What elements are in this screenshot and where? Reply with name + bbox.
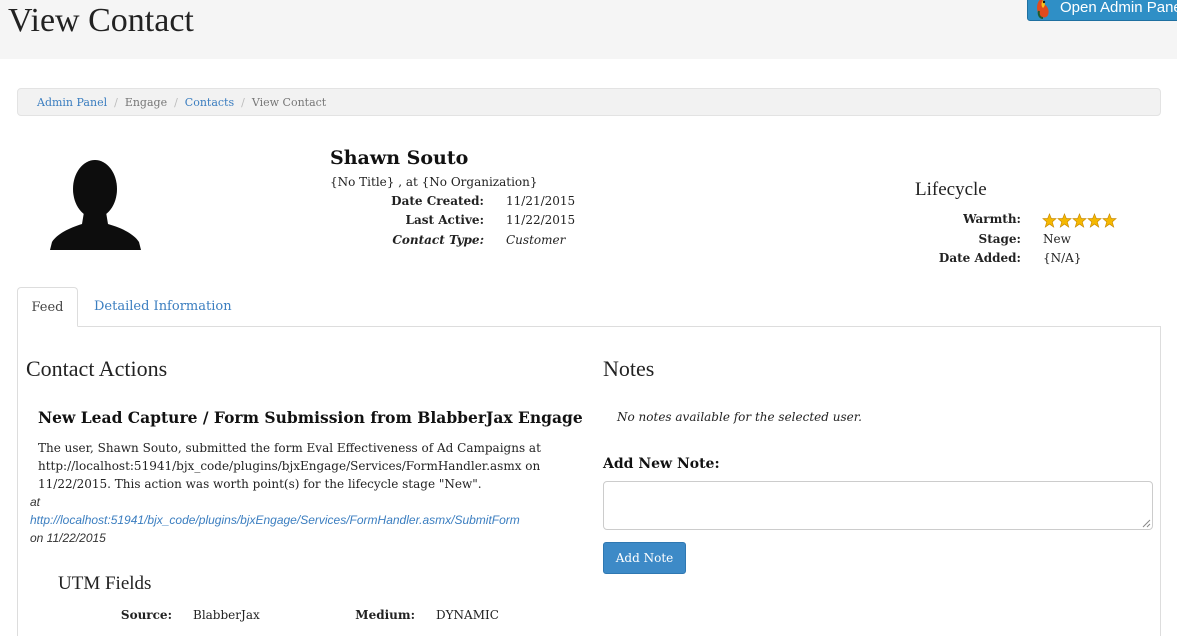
utm-source-label: Source: (120, 608, 172, 622)
utm-medium-value: DYNAMIC (436, 608, 499, 622)
contact-name: Shawn Souto (330, 147, 469, 169)
add-note-button[interactable]: Add Note (603, 542, 686, 574)
tab-detailed-information[interactable]: Detailed Information (94, 287, 232, 325)
breadcrumb-separator: / (174, 95, 178, 109)
header-bar: View Contact Open Admin Panel (0, 0, 1177, 59)
lifecycle-title: Lifecycle (915, 179, 987, 200)
action-url-link[interactable]: http://localhost:51941/bjx_code/plugins/… (30, 513, 520, 527)
notes-title: Notes (603, 356, 655, 381)
star-icon (1072, 213, 1087, 228)
star-icon (1042, 213, 1057, 228)
contact-actions-title: Contact Actions (26, 356, 168, 381)
date-added-value: {N/A} (1043, 251, 1082, 265)
add-new-note-label: Add New Note: (603, 456, 720, 472)
open-admin-panel-button[interactable]: Open Admin Panel (1027, 0, 1177, 21)
action-description: The user, Shawn Souto, submitted the for… (38, 441, 541, 491)
breadcrumb-contacts[interactable]: Contacts (185, 96, 234, 109)
last-active-label: Last Active: (405, 213, 484, 227)
tab-bar: Feed Detailed Information (17, 287, 1161, 327)
breadcrumb-separator: / (114, 95, 118, 109)
warmth-stars (1042, 213, 1117, 228)
breadcrumb-separator: / (241, 95, 245, 109)
tab-feed[interactable]: Feed (17, 287, 78, 327)
admin-button-label: Open Admin Panel (1060, 0, 1177, 16)
breadcrumb: Admin Panel / Engage / Contacts / View C… (17, 88, 1161, 116)
breadcrumb-admin-panel[interactable]: Admin Panel (37, 96, 107, 109)
utm-fields-title: UTM Fields (58, 573, 152, 594)
breadcrumb-view-contact: View Contact (251, 95, 327, 109)
contact-title-organization: {No Title} , at {No Organization} (330, 175, 538, 189)
utm-source-value: BlabberJax (193, 608, 260, 622)
date-created-value: 11/21/2015 (506, 194, 576, 208)
star-icon (1057, 213, 1072, 228)
action-title: New Lead Capture / Form Submission from … (38, 408, 583, 427)
new-note-textarea[interactable] (603, 481, 1153, 530)
user-silhouette-icon (50, 160, 141, 250)
contact-type-label: Contact Type: (392, 233, 484, 247)
last-active-value: 11/22/2015 (506, 213, 576, 227)
contact-type-value: Customer (506, 233, 566, 247)
page-title: View Contact (8, 2, 194, 39)
utm-medium-label: Medium: (355, 608, 415, 622)
warmth-label: Warmth: (963, 212, 1021, 226)
action-at-label: at (30, 495, 41, 509)
date-added-label: Date Added: (938, 251, 1021, 265)
action-date: on 11/22/2015 (30, 531, 106, 545)
star-icon (1087, 213, 1102, 228)
stage-value: New (1043, 232, 1071, 246)
breadcrumb-engage: Engage (124, 95, 168, 109)
notes-empty-message: No notes available for the selected user… (617, 410, 862, 424)
stage-label: Stage: (978, 232, 1021, 246)
date-created-label: Date Created: (391, 194, 484, 208)
star-icon (1102, 213, 1117, 228)
parrot-logo-icon (1037, 0, 1049, 19)
